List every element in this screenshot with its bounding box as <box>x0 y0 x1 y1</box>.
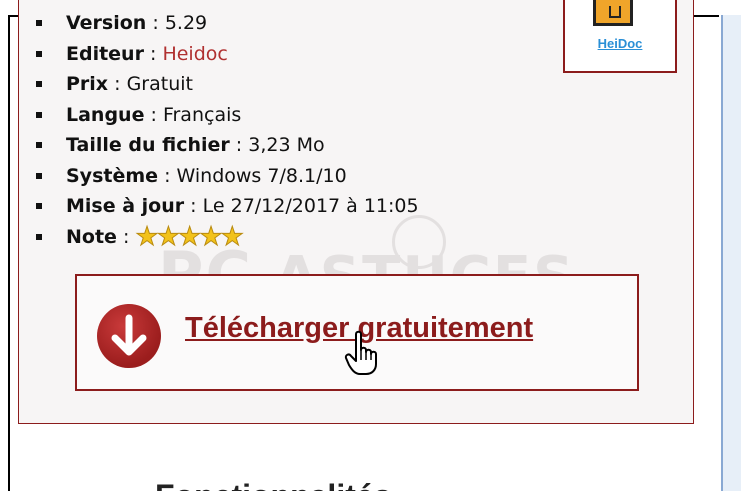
heidoc-logo-icon <box>593 0 633 26</box>
spec-key: Version <box>66 12 147 34</box>
spec-key: Note <box>66 225 117 248</box>
spec-value: 5.29 <box>164 12 208 34</box>
download-arrow-icon[interactable] <box>97 304 161 368</box>
spec-value: Français <box>162 103 242 126</box>
spec-key: Prix <box>66 73 109 95</box>
spec-editeur: Editeur : Heidoc <box>32 39 419 70</box>
spec-version: Version : 5.29 <box>32 8 419 39</box>
spec-key: Editeur <box>66 42 144 65</box>
spec-systeme: Système : Windows 7/8.1/10 <box>32 161 419 192</box>
spec-value: Windows 7/8.1/10 <box>176 164 347 187</box>
spec-key: Mise à jour <box>66 195 185 217</box>
spec-value: Gratuit <box>126 73 193 95</box>
spec-key: Langue <box>66 103 145 126</box>
spec-note: Note : ★★★★★ <box>32 221 419 253</box>
editeur-link[interactable]: Heidoc <box>162 43 227 65</box>
spec-taille: Taille du fichier : 3,23 Mo <box>32 130 419 161</box>
spec-prix: Prix : Gratuit <box>32 69 419 100</box>
page-left-border <box>8 15 10 491</box>
right-side-panel <box>721 15 741 491</box>
spec-list: Version : 5.29 Editeur : Heidoc Prix : G… <box>32 8 419 252</box>
star-rating: ★★★★★ <box>135 221 245 252</box>
publisher-logo-box[interactable]: HeiDoc <box>563 0 677 73</box>
logo-text: HeiDoc <box>597 36 643 51</box>
hand-cursor-icon <box>344 330 377 375</box>
spec-value: Le 27/12/2017 à 11:05 <box>202 195 419 217</box>
section-heading: Fonctionnalités <box>155 476 391 491</box>
spec-mise-a-jour: Mise à jour : Le 27/12/2017 à 11:05 <box>32 191 419 222</box>
spec-key: Taille du fichier <box>66 134 230 156</box>
spec-langue: Langue : Français <box>32 100 419 131</box>
spec-value: 3,23 Mo <box>248 134 325 156</box>
spec-key: Système <box>66 164 159 187</box>
